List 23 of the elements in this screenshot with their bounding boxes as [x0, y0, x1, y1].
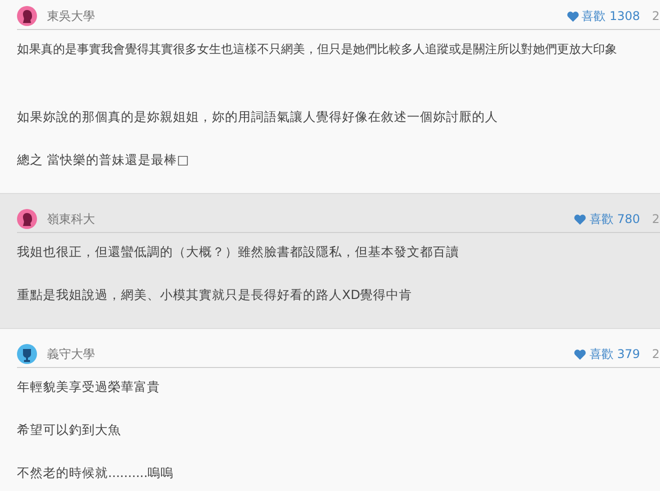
- comment-text: 年輕貌美享受過榮華富貴: [17, 378, 161, 396]
- author-name: 東吳大學: [47, 8, 95, 24]
- like-button[interactable]: 喜歡 1308: [566, 8, 640, 24]
- post-time: 2: [652, 212, 660, 226]
- comment-text: 總之 當快樂的普妹還是最棒□: [17, 151, 190, 169]
- avatar-icon: [17, 344, 37, 364]
- comment-text: 重點是我姐說過，網美、小模其實就只是長得好看的路人XD覺得中肯: [17, 286, 414, 304]
- avatar-icon: [17, 6, 37, 26]
- like-button[interactable]: 喜歡 379: [574, 346, 640, 362]
- like-button[interactable]: 喜歡 780: [574, 210, 640, 228]
- heart-icon: [574, 348, 586, 360]
- comment-text: 我姐也很正，但還蠻低調的（大概？）雖然臉書都設隱私，但基本發文都百讀: [17, 243, 460, 261]
- author-name: 義守大學: [47, 346, 95, 362]
- comment-text: 不然老的時候就..........嗚嗚: [17, 464, 175, 482]
- comment-text: 希望可以釣到大魚: [17, 421, 122, 439]
- comment-text: 如果真的是事實我會覺得其實很多女生也這樣不只網美，但只是她們比較多人追蹤或是關注所以對她們更放大印象: [17, 41, 618, 58]
- post-time: 2: [652, 347, 660, 361]
- post-time: 2: [652, 9, 660, 23]
- heart-icon: [574, 214, 586, 224]
- comment-text: 如果妳說的那個真的是妳親姐姐，妳的用詞語氣讓人覺得好像在敘述一個妳討厭的人: [17, 108, 499, 126]
- heart-icon: [566, 10, 579, 22]
- author-name: 嶺東科大: [47, 210, 95, 228]
- avatar-icon: [17, 209, 37, 229]
